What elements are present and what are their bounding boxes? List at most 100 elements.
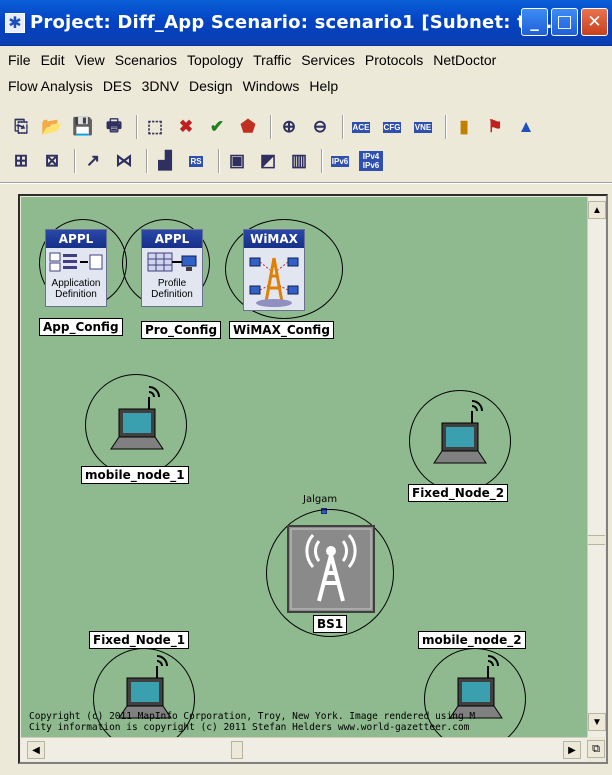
traffic-light-button[interactable]: ▮	[451, 114, 477, 140]
toolbar-separator	[445, 115, 447, 139]
zoom-in-button[interactable]: ⊕	[276, 114, 302, 140]
zoom-out-button[interactable]: ⊖	[307, 114, 333, 140]
rapid-config-button[interactable]: ⋈	[111, 148, 137, 174]
app-config-node[interactable]: APPL Application Definition	[45, 229, 107, 307]
menu-services[interactable]: Services	[301, 52, 355, 68]
base-station-icon[interactable]	[287, 525, 375, 613]
verify-links-button[interactable]: ✔	[204, 114, 230, 140]
chart-button[interactable]: ▟	[152, 148, 178, 174]
menu-netdoctor[interactable]: NetDoctor	[433, 52, 496, 68]
wimax-config-node[interactable]: WiMAX	[243, 229, 305, 311]
vertical-scroll-thumb[interactable]	[588, 535, 605, 545]
configure-run-button[interactable]: ⚑	[482, 114, 508, 140]
scroll-right-button[interactable]: ▶	[563, 741, 581, 759]
toolbar-separator	[321, 149, 323, 173]
failure-icon: ✖	[178, 117, 194, 136]
pipe-button[interactable]: ▥	[286, 148, 312, 174]
menu-3dnv[interactable]: 3DNV	[142, 78, 179, 94]
menu-file[interactable]: File	[8, 52, 31, 68]
pipe-icon: ▥	[290, 151, 308, 170]
menu-help[interactable]: Help	[309, 78, 338, 94]
arrow-down-icon: ▼	[592, 716, 602, 728]
copyright-line-2: City information is copyright (c) 2011 S…	[29, 722, 470, 733]
menu-protocols[interactable]: Protocols	[365, 52, 423, 68]
menu-traffic[interactable]: Traffic	[253, 52, 291, 68]
wimax-config-label: WiMAX_Config	[229, 321, 334, 339]
topology-mesh-button[interactable]: ⊠	[39, 148, 65, 174]
import-vne-button[interactable]: VNE	[410, 114, 436, 140]
close-icon: ✕	[587, 12, 602, 32]
maximize-icon: □	[556, 12, 573, 32]
link-tool-button[interactable]: ↗	[80, 148, 106, 174]
topology-button[interactable]: ⊞	[8, 148, 34, 174]
minimize-button[interactable]: _	[521, 8, 548, 36]
new-button[interactable]: ⎘	[8, 114, 34, 140]
import-cfg-button[interactable]: CFG	[379, 114, 405, 140]
configure-run-icon: ⚑	[487, 117, 503, 136]
fixed-node-2-laptop-icon[interactable]	[432, 397, 488, 473]
pro-config-node[interactable]: APPL Profile Definition	[141, 229, 203, 307]
app-config-subtitle: Application Definition	[51, 278, 101, 300]
toolbar-separator	[74, 149, 76, 173]
scroll-down-button[interactable]: ▼	[588, 713, 606, 731]
pro-config-header: APPL	[142, 230, 202, 248]
toolbar-separator	[218, 149, 220, 173]
pro-config-subtitle: Profile Definition	[151, 278, 193, 300]
ipv4-ipv6-button[interactable]: IPv4 IPv6	[358, 148, 384, 174]
app-config-header: APPL	[46, 230, 106, 248]
menu-scenarios[interactable]: Scenarios	[115, 52, 177, 68]
horizontal-scroll-thumb[interactable]	[231, 741, 243, 759]
title-bar: ✱ Project: Diff_App Scenario: scenario1 …	[0, 0, 612, 46]
delta-icon: ▲	[517, 117, 535, 136]
horizontal-scrollbar[interactable]: ◀ ▶	[21, 737, 587, 761]
mobile-node-1-laptop-icon[interactable]	[109, 383, 165, 459]
save-button[interactable]: 💾	[70, 114, 96, 140]
graph-button[interactable]: ◩	[255, 148, 281, 174]
profile-icon	[147, 252, 197, 272]
deploy-icon: ⬟	[240, 117, 256, 136]
window-title: Project: Diff_App Scenario: scenario1 [S…	[30, 12, 560, 33]
menu-des[interactable]: DES	[103, 78, 132, 94]
pro-config-label: Pro_Config	[141, 321, 222, 339]
print-button[interactable]: 🖶	[101, 114, 127, 140]
save-icon: 💾	[72, 117, 94, 136]
arrow-up-icon: ▲	[592, 204, 602, 216]
menu-topology[interactable]: Topology	[187, 52, 243, 68]
menu-windows[interactable]: Windows	[243, 78, 300, 94]
bs1-label: BS1	[313, 615, 348, 633]
network-canvas[interactable]: APPL Application Definition App_Config A…	[21, 197, 587, 737]
scroll-up-button[interactable]: ▲	[588, 201, 606, 219]
toolbar-divider	[0, 182, 612, 184]
failure-button[interactable]: ✖	[173, 114, 199, 140]
menu-design[interactable]: Design	[189, 78, 233, 94]
results-button[interactable]: RS	[183, 148, 209, 174]
rapid-config-icon: ⋈	[115, 151, 133, 170]
menu-flow-analysis[interactable]: Flow Analysis	[8, 78, 93, 94]
overview-button[interactable]: ⧉	[587, 740, 605, 758]
maximize-button[interactable]: □	[551, 8, 578, 36]
menu-edit[interactable]: Edit	[41, 52, 65, 68]
toolbar-separator	[136, 115, 138, 139]
toolbar-separator	[146, 149, 148, 173]
project-star-icon[interactable]: ✱	[5, 12, 25, 33]
graph-icon: ◩	[259, 151, 277, 170]
delta-button[interactable]: ▲	[513, 114, 539, 140]
topology-icon: ⊞	[13, 151, 29, 170]
close-button[interactable]: ✕	[581, 8, 608, 36]
menu-row-1: File Edit View Scenarios Topology Traffic Serv…	[0, 47, 612, 73]
ipv6-icon: IPv6	[330, 155, 350, 167]
import-cfg-icon: CFG	[382, 121, 402, 133]
zoom-out-icon: ⊖	[312, 117, 328, 136]
topology-mesh-icon: ⊠	[44, 151, 60, 170]
scroll-left-button[interactable]: ◀	[27, 741, 45, 759]
open-folder-button[interactable]: 📂	[39, 114, 65, 140]
vertical-scrollbar[interactable]: ▲ ▼	[587, 197, 606, 737]
ipv6-button[interactable]: IPv6	[327, 148, 353, 174]
menu-view[interactable]: View	[75, 52, 105, 68]
view-results-button[interactable]: ▣	[224, 148, 250, 174]
object-palette-button[interactable]: ⬚	[142, 114, 168, 140]
deploy-button[interactable]: ⬟	[235, 114, 261, 140]
ipv4-ipv6-icon: IPv4 IPv6	[359, 151, 383, 171]
import-ace-button[interactable]: ACE	[348, 114, 374, 140]
mobile-node-2-label: mobile_node_2	[418, 631, 526, 649]
